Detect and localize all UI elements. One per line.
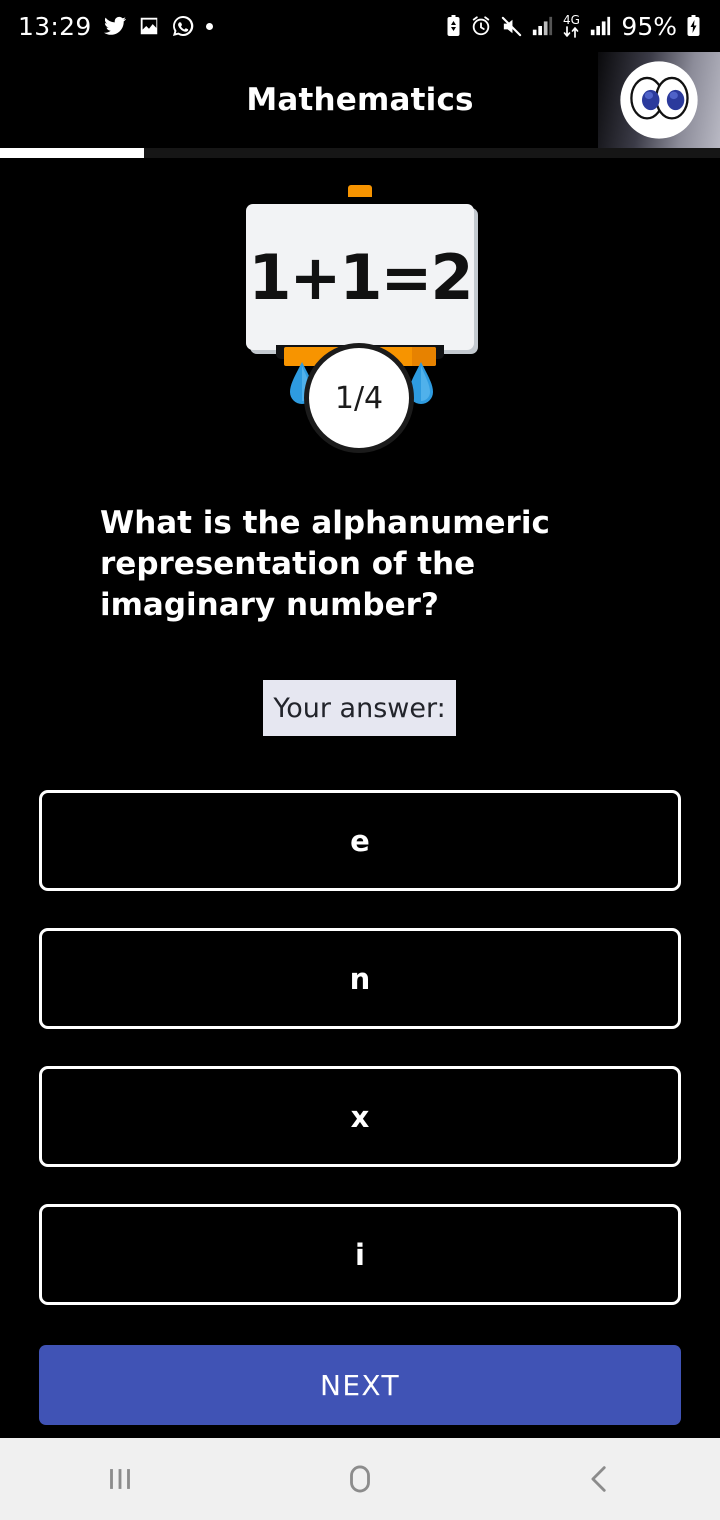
status-bar-left: 13:29 [18, 12, 213, 41]
battery-charging-icon [685, 14, 702, 38]
progress-bar [0, 148, 720, 158]
home-icon [350, 1465, 370, 1493]
answer-option-3[interactable]: x [39, 1066, 681, 1167]
alarm-icon [470, 15, 492, 37]
question-text: What is the alphanumeric representation … [100, 505, 550, 623]
android-navigation-bar [0, 1438, 720, 1520]
next-button[interactable]: NEXT [39, 1345, 681, 1425]
mobile-data-icon: 4G [561, 14, 581, 38]
recents-icon [110, 1469, 130, 1489]
network-label: 4G [562, 13, 580, 27]
twitter-icon [103, 14, 127, 38]
whiteboard-equation: 1+1=2 [248, 240, 473, 314]
question-counter-badge: 1/4 [304, 343, 414, 453]
quiz-screen: 13:29 4G 95% Mathematics 1+1=2 1/4 What … [0, 0, 720, 1520]
battery-percent-label: 95% [621, 11, 677, 41]
status-bar-clock: 13:29 [18, 11, 92, 41]
eyes-emoji-icon [620, 61, 698, 139]
avatar[interactable] [598, 52, 720, 148]
answer-options-list: e n x i [39, 790, 681, 1342]
signal-bars-2-icon [589, 15, 611, 37]
recents-button[interactable] [60, 1438, 180, 1520]
whatsapp-icon [171, 14, 195, 38]
answer-option-1[interactable]: e [39, 790, 681, 891]
whiteboard-knob-icon [348, 185, 372, 197]
mute-icon [500, 15, 523, 38]
back-button[interactable] [540, 1438, 660, 1520]
image-icon [138, 15, 160, 37]
home-button[interactable] [300, 1438, 420, 1520]
signal-bars-icon [531, 15, 553, 37]
progress-bar-fill [0, 148, 144, 158]
battery-saver-icon [445, 14, 462, 38]
status-bar: 13:29 4G 95% [0, 0, 720, 52]
app-header: Mathematics [0, 52, 720, 148]
your-answer-label: Your answer: [263, 680, 456, 736]
whiteboard-panel: 1+1=2 [246, 204, 474, 350]
back-icon [591, 1466, 606, 1492]
status-bar-right: 4G 95% [445, 12, 702, 41]
answer-option-4[interactable]: i [39, 1204, 681, 1305]
answer-option-2[interactable]: n [39, 928, 681, 1029]
dot-indicator-icon [205, 22, 213, 30]
